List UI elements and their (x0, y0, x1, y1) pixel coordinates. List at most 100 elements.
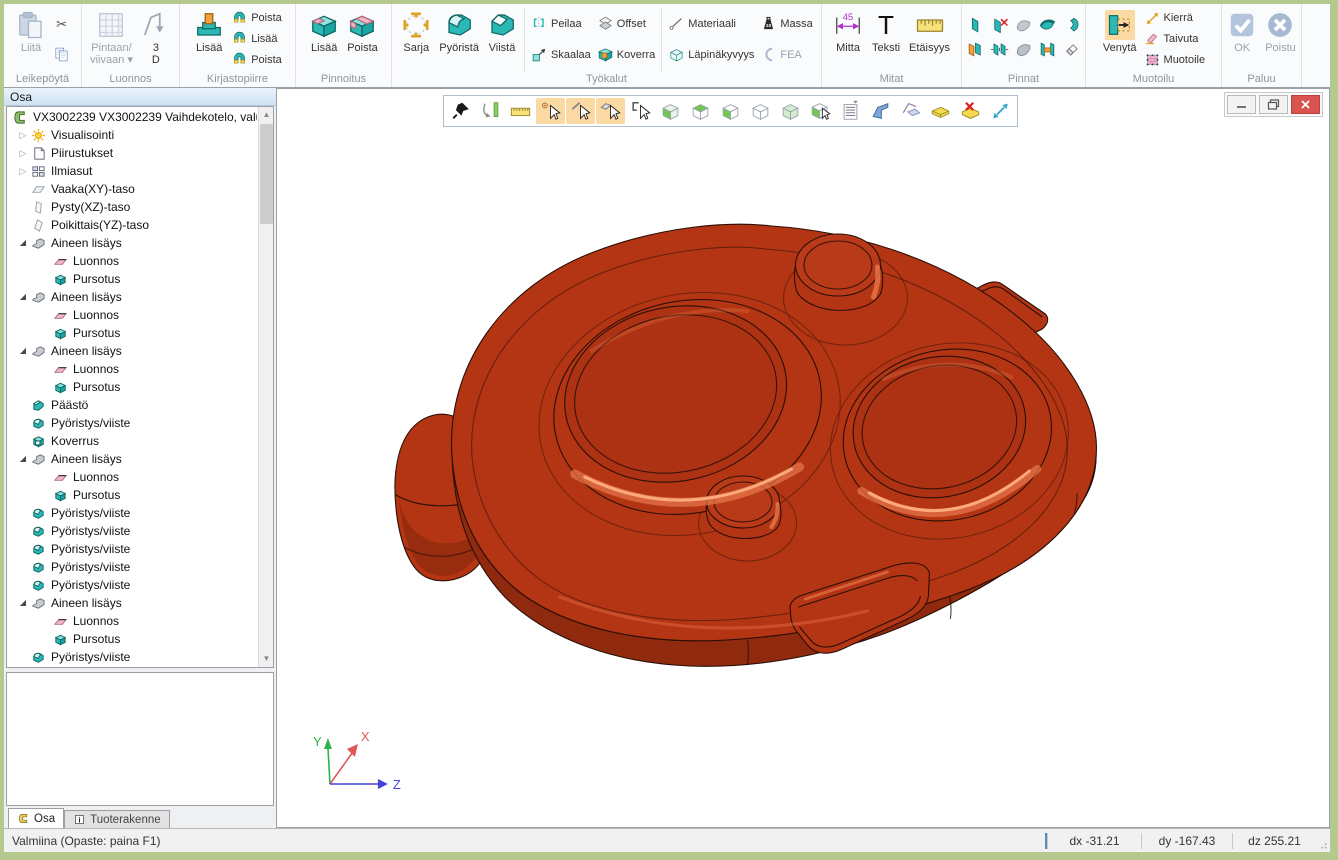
exit-button[interactable]: Poistu (1262, 8, 1299, 56)
tree-item[interactable]: Luonnos (7, 360, 257, 378)
tab-osa[interactable]: Osa (8, 808, 64, 828)
tree-item[interactable]: ◢Aineen lisäys (7, 450, 257, 468)
viewport-tool-work-plane[interactable] (896, 98, 925, 124)
model-canvas[interactable]: Y X Z (277, 89, 1329, 827)
expander-expanded[interactable]: ◢ (15, 450, 31, 468)
tree-item[interactable]: Pyöristys/viiste (7, 504, 257, 522)
tree-item[interactable]: Pysty(XZ)-taso (7, 198, 257, 216)
sketch-on-surface-button[interactable]: Pintaan/viivaan ▾ (87, 8, 136, 68)
tab-tuoterakenne[interactable]: i Tuoterakenne (64, 810, 170, 828)
surface-patch-button[interactable] (1012, 14, 1035, 37)
3d-viewport[interactable]: Y X Z (276, 88, 1330, 828)
tree-item[interactable]: Luonnos (7, 252, 257, 270)
expander-expanded[interactable]: ◢ (15, 234, 31, 252)
surface-trim-button[interactable] (1036, 14, 1059, 37)
distance-button[interactable]: Etäisyys (906, 8, 953, 56)
surface-new-button[interactable] (964, 14, 987, 37)
tree-item[interactable]: Pursotus (7, 486, 257, 504)
tree-item[interactable]: Pyöristys/viiste (7, 648, 257, 666)
text-button[interactable]: T Teksti (868, 8, 904, 56)
mirror-button[interactable]: Peilaa (529, 14, 593, 33)
fea-button[interactable]: FEA (758, 45, 814, 64)
viewport-tool-cube-top[interactable] (686, 98, 715, 124)
tree-item[interactable]: VX3002239 VX3002239 Vaihdekotelo, valu (7, 108, 257, 126)
surface-erase-button[interactable] (1060, 38, 1083, 61)
bend-button[interactable]: Taivuta (1142, 29, 1208, 48)
resize-grip[interactable] (1316, 829, 1330, 852)
tree-item[interactable]: ◢Aineen lisäys (7, 234, 257, 252)
viewport-tool-cube-shaded[interactable] (656, 98, 685, 124)
tree-item[interactable]: Pyöristys/viiste (7, 576, 257, 594)
form-button[interactable]: Muotoile (1142, 50, 1208, 69)
tree-item[interactable]: Poikittais(YZ)-taso (7, 216, 257, 234)
pattern-button[interactable]: Sarja (398, 8, 434, 56)
fillet-button[interactable]: Pyöristä (436, 8, 482, 56)
tree-item[interactable]: ▷Ilmiasut (7, 162, 257, 180)
tree-item[interactable]: ◢Aineen lisäys (7, 594, 257, 612)
viewport-tool-select-face[interactable] (596, 98, 625, 124)
tree-item[interactable]: Pursotus (7, 378, 257, 396)
tree-item[interactable]: Pyöristys/viiste (7, 522, 257, 540)
scale-button[interactable]: Skaalaa (529, 45, 593, 64)
viewport-tool-view-return[interactable] (476, 98, 505, 124)
expander-expanded[interactable]: ◢ (15, 288, 31, 306)
tree-item[interactable]: Pursotus (7, 630, 257, 648)
restore-button[interactable] (1259, 95, 1288, 114)
tree-scrollbar[interactable]: ▲ ▼ (258, 107, 273, 667)
offset-button[interactable]: Offset (595, 14, 658, 33)
viewport-tool-cube-solid[interactable] (776, 98, 805, 124)
face-remove-button[interactable]: Poista (344, 8, 381, 56)
sketch-3d-button[interactable]: 3D (138, 8, 174, 68)
expander-collapsed[interactable]: ▷ (15, 126, 31, 144)
viewport-tool-display-list[interactable] (836, 98, 865, 124)
expander-collapsed[interactable]: ▷ (15, 162, 31, 180)
surface-pair-button[interactable] (964, 38, 987, 61)
close-button[interactable] (1291, 95, 1320, 114)
viewport-tool-select-edge[interactable] (566, 98, 595, 124)
hollow-button[interactable]: Koverra (595, 45, 658, 64)
ok-button[interactable]: OK (1224, 8, 1260, 56)
library-remove2-button[interactable]: Poista (229, 50, 284, 69)
viewport-tool-select-vertex[interactable] (536, 98, 565, 124)
expander-expanded[interactable]: ◢ (15, 342, 31, 360)
tree-item[interactable]: ▷Visualisointi (7, 126, 257, 144)
expander-collapsed[interactable]: ▷ (15, 144, 31, 162)
tree-item[interactable]: Pursotus (7, 324, 257, 342)
scroll-thumb[interactable] (260, 124, 273, 224)
viewport-tool-section-off[interactable] (956, 98, 985, 124)
library-remove-button[interactable]: Poista (229, 9, 284, 28)
cut-button[interactable]: ✂ (51, 14, 72, 33)
tree-item[interactable]: Päästö (7, 396, 257, 414)
dimension-button[interactable]: 45 Mitta (830, 8, 866, 56)
tree-item[interactable]: Pursotus (7, 270, 257, 288)
viewport-tool-section-box[interactable] (926, 98, 955, 124)
tree-item[interactable]: ▷Piirustukset (7, 144, 257, 162)
viewport-tool-cube-side[interactable] (716, 98, 745, 124)
face-add-button[interactable]: Lisää (306, 8, 342, 56)
mass-button[interactable]: 10Massa (758, 14, 814, 33)
twist-button[interactable]: Kierrä (1142, 9, 1208, 28)
surface-extend-button[interactable] (1012, 38, 1035, 61)
feature-tree[interactable]: VX3002239 VX3002239 Vaihdekotelo, valu▷V… (6, 106, 274, 668)
scroll-up-button[interactable]: ▲ (259, 107, 274, 123)
stretch-button[interactable]: Venytä (1100, 8, 1140, 56)
library-add-button[interactable]: Lisää (229, 29, 284, 48)
viewport-tool-select-feature[interactable] (626, 98, 655, 124)
tree-item[interactable]: Pyöristys/viiste (7, 558, 257, 576)
scroll-down-button[interactable]: ▼ (259, 651, 274, 667)
tree-item[interactable]: Pyöristys/viiste (7, 540, 257, 558)
tree-item[interactable]: ◢Aineen lisäys (7, 342, 257, 360)
viewport-tool-cube-wire[interactable] (746, 98, 775, 124)
material-button[interactable]: Materiaali (666, 14, 756, 33)
tree-item[interactable]: ◢Aineen lisäys (7, 288, 257, 306)
tree-item[interactable]: Luonnos (7, 612, 257, 630)
expander-expanded[interactable]: ◢ (15, 594, 31, 612)
tree-item[interactable]: Pyöristys/viiste (7, 414, 257, 432)
tree-item[interactable]: Vaaka(XY)-taso (7, 180, 257, 198)
transparency-button[interactable]: Läpinäkyvyys (666, 45, 756, 64)
surface-join-button[interactable] (988, 38, 1011, 61)
viewport-tool-measure[interactable] (506, 98, 535, 124)
viewport-tool-iso-view[interactable] (866, 98, 895, 124)
viewport-tool-pin[interactable] (446, 98, 475, 124)
tree-item[interactable]: Luonnos (7, 306, 257, 324)
